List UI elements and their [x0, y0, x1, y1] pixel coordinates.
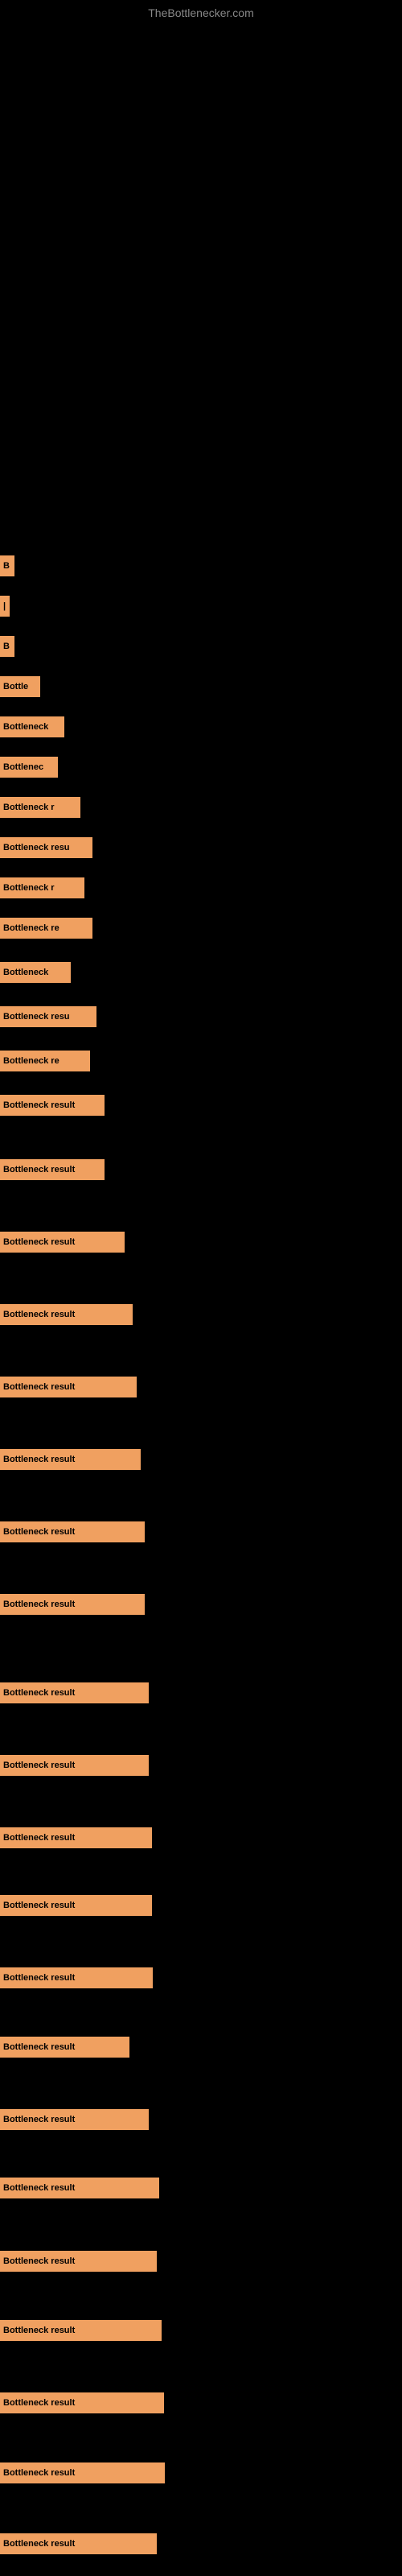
bottleneck-bar: Bottleneck re	[0, 918, 92, 939]
bottleneck-bar: B	[0, 636, 14, 657]
bottleneck-bar: Bottleneck result	[0, 2251, 157, 2272]
site-title: TheBottlenecker.com	[148, 6, 254, 19]
bottleneck-bar: B	[0, 555, 14, 576]
bottleneck-bar: Bottleneck result	[0, 1967, 153, 1988]
bottleneck-bar: Bottleneck resu	[0, 1006, 96, 1027]
bottleneck-bar: Bottleneck result	[0, 1755, 149, 1776]
bottleneck-bar: Bottleneck result	[0, 1159, 105, 1180]
bottleneck-bar: Bottleneck result	[0, 1682, 149, 1703]
bottleneck-bar: Bottleneck result	[0, 2109, 149, 2130]
bottleneck-bar: Bottleneck result	[0, 2533, 157, 2554]
bottleneck-bar: Bottle	[0, 676, 40, 697]
bottleneck-bar: Bottleneck result	[0, 2320, 162, 2341]
bottleneck-bar: Bottleneck result	[0, 2462, 165, 2483]
bottleneck-bar: Bottleneck r	[0, 797, 80, 818]
bottleneck-bar: Bottleneck result	[0, 1377, 137, 1397]
bottleneck-bar: Bottleneck	[0, 716, 64, 737]
bottleneck-bar: Bottleneck result	[0, 1304, 133, 1325]
bottleneck-bar: Bottleneck result	[0, 1895, 152, 1916]
bottleneck-bar: Bottleneck result	[0, 1095, 105, 1116]
bottleneck-bar: Bottleneck result	[0, 1827, 152, 1848]
bottleneck-bar: Bottleneck result	[0, 2037, 129, 2058]
bottleneck-bar: |	[0, 596, 10, 617]
bottleneck-bar: Bottleneck result	[0, 2178, 159, 2198]
bottleneck-bar: Bottleneck result	[0, 2392, 164, 2413]
bottleneck-bar: Bottleneck re	[0, 1051, 90, 1071]
bottleneck-bar: Bottleneck	[0, 962, 71, 983]
bottleneck-bar: Bottleneck r	[0, 877, 84, 898]
bottleneck-bar: Bottleneck result	[0, 1594, 145, 1615]
bottleneck-bar: Bottleneck result	[0, 1521, 145, 1542]
bottleneck-bar: Bottleneck resu	[0, 837, 92, 858]
bottleneck-bar: Bottleneck result	[0, 1449, 141, 1470]
bottleneck-bar: Bottleneck result	[0, 1232, 125, 1253]
bottleneck-bar: Bottlenec	[0, 757, 58, 778]
